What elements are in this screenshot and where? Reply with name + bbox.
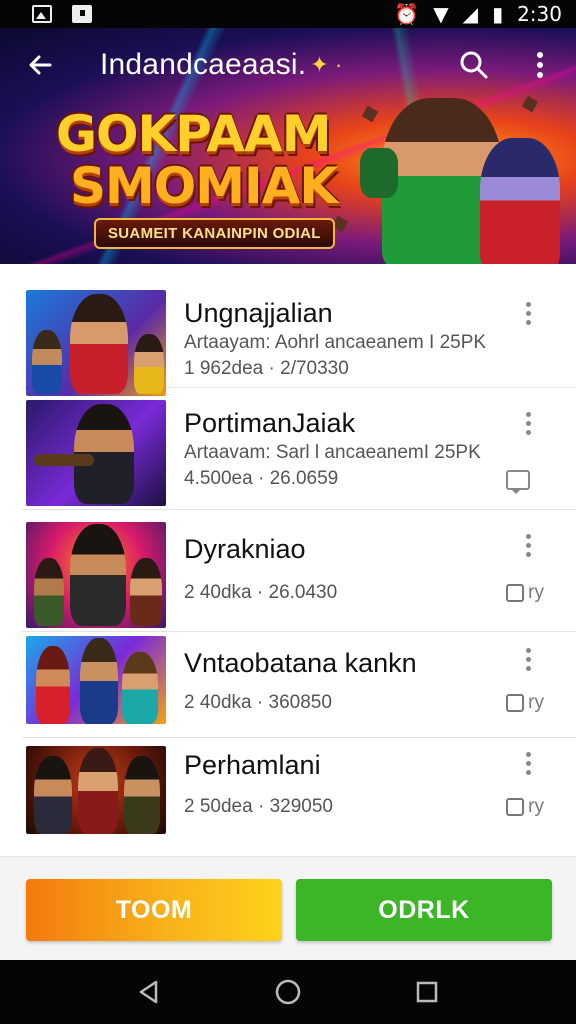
item-thumbnail (26, 636, 166, 724)
item-checkbox[interactable]: ry (506, 692, 544, 714)
bottom-action-bar: TOOM ODRLK (0, 856, 576, 960)
item-more-options-button[interactable] (516, 408, 540, 438)
checkbox-box (506, 798, 525, 816)
app-bar: Indandcaeaasi. ✦ · (0, 28, 576, 102)
image-notification-icon (32, 5, 52, 23)
search-icon (460, 51, 488, 79)
logo-line-1: GOKPAAM (56, 105, 332, 163)
checkbox-label: ry (528, 692, 544, 713)
system-nav-bar (0, 960, 576, 1024)
wifi-icon: ▼ (433, 2, 449, 26)
item-checkbox[interactable]: ry (506, 796, 544, 818)
game-logo: GOKPAAM SMOMIAK SUAMEIT KANAINPIN ODIAL (56, 105, 338, 249)
more-vert-icon (537, 52, 543, 78)
item-meta: 2 40dka · 26.0430 (184, 582, 338, 603)
back-button[interactable] (22, 47, 58, 83)
circle-home-icon (275, 979, 301, 1005)
triangle-back-icon (140, 980, 158, 1004)
signal-icon: ◢ (462, 2, 479, 26)
checkbox-label: ry (528, 796, 544, 817)
item-subtitle: Artaayam: Aohrl ancaeanem I 25PK (184, 332, 487, 353)
checkbox-label: ry (528, 582, 544, 603)
item-subtitle: Artaavam: Sarl l ancaeanemI 25PK (184, 442, 481, 463)
hero-sidekick-image (480, 138, 560, 264)
item-meta: 2 40dka · 360850 (184, 692, 332, 713)
search-button[interactable] (456, 47, 492, 83)
item-meta: 1 962dea · 2/70330 (184, 358, 349, 379)
message-notification-icon (72, 5, 92, 23)
nav-recents-button[interactable] (407, 972, 447, 1012)
list-item[interactable]: Vntaobatana kankn 2 40dka · 360850 ry (22, 632, 576, 738)
item-thumbnail (26, 746, 166, 834)
item-thumbnail (26, 522, 166, 628)
game-list: Ungnajjalian Artaayam: Aohrl ancaeanem I… (22, 266, 576, 854)
status-time: 2:30 (517, 2, 562, 26)
item-thumbnail (26, 290, 166, 396)
nav-back-button[interactable] (129, 972, 169, 1012)
sparkle-icon: ✦ · (310, 52, 343, 77)
item-more-options-button[interactable] (516, 530, 540, 560)
alarm-icon: ⏰ (394, 2, 420, 26)
battery-icon: ▮ (492, 2, 504, 26)
item-more-options-button[interactable] (516, 748, 540, 778)
list-item[interactable]: Dyrakniao 2 40dka · 26.0430 ry (22, 510, 576, 632)
page-title: Indandcaeaasi. (100, 48, 307, 81)
item-thumbnail (26, 400, 166, 506)
item-more-options-button[interactable] (516, 298, 540, 328)
item-meta: 4.500ea · 26.0659 (184, 468, 339, 489)
item-title: Dyrakniao (184, 534, 306, 564)
odrlk-button[interactable]: ODRLK (296, 879, 552, 941)
checkbox-box (506, 584, 525, 602)
list-item[interactable]: Perhamlani 2 50dea · 329050 ry (22, 738, 576, 854)
list-item[interactable]: PortimanJaiak Artaavam: Sarl l ancaeanem… (22, 388, 576, 510)
logo-ribbon: SUAMEIT KANAINPIN ODIAL (94, 218, 335, 249)
nav-home-button[interactable] (268, 972, 308, 1012)
toom-button[interactable]: TOOM (26, 879, 282, 941)
hero-fist-image (360, 148, 398, 198)
item-title: Ungnajjalian (184, 298, 333, 328)
item-title: Vntaobatana kankn (184, 648, 417, 678)
item-checkbox[interactable]: ry (506, 582, 544, 604)
item-title: Perhamlani (184, 750, 321, 780)
list-item[interactable]: Ungnajjalian Artaayam: Aohrl ancaeanem I… (22, 266, 576, 396)
chat-icon[interactable] (506, 470, 530, 494)
debris-shape (361, 105, 379, 123)
item-meta: 2 50dea · 329050 (184, 796, 333, 817)
logo-line-2: SMOMIAK (70, 157, 338, 215)
arrow-back-icon (29, 55, 52, 75)
item-title: PortimanJaiak (184, 408, 356, 438)
square-recents-icon (416, 981, 437, 1003)
hero-banner: Indandcaeaasi. ✦ · GOKPAAM SMOMIAK SUAME… (0, 28, 576, 264)
more-options-button[interactable] (522, 47, 558, 83)
item-more-options-button[interactable] (516, 644, 540, 674)
checkbox-box (506, 694, 525, 712)
status-bar: ⏰ ▼ ◢ ▮ 2:30 (0, 0, 576, 28)
